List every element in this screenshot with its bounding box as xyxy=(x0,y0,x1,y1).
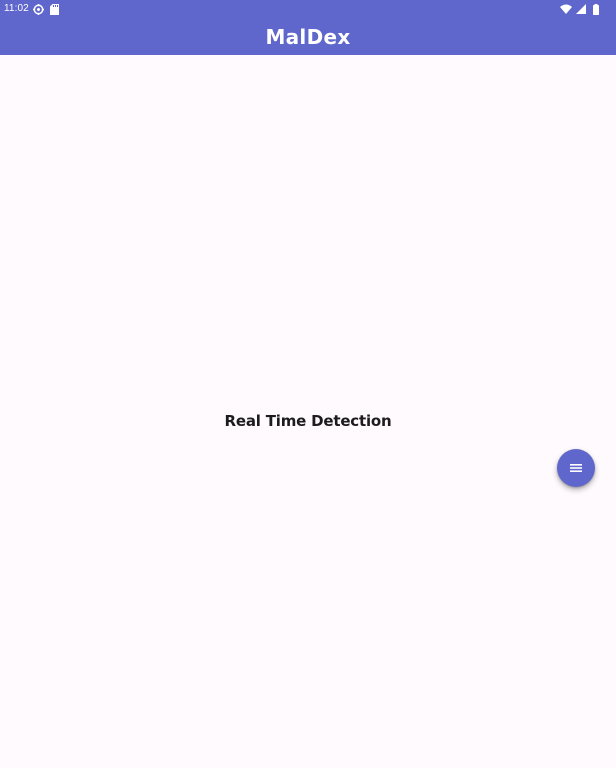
settings-gear-icon xyxy=(33,3,45,15)
app-title: MalDex xyxy=(265,24,351,49)
real-time-detection-label: Real Time Detection xyxy=(224,412,392,430)
wifi-icon xyxy=(560,3,572,15)
status-time: 11:02 xyxy=(4,3,29,14)
app-bar: MalDex xyxy=(0,18,616,55)
main-content: Real Time Detection xyxy=(0,55,616,768)
status-bar-right xyxy=(560,0,602,18)
screen: 11:02 MalDex Real Time Detection xyxy=(0,0,616,768)
cell-signal-icon xyxy=(575,3,587,15)
status-bar: 11:02 xyxy=(0,0,616,18)
sd-card-icon xyxy=(49,3,61,15)
status-bar-left: 11:02 xyxy=(4,0,61,18)
battery-icon xyxy=(590,3,602,15)
menu-icon xyxy=(569,459,583,478)
menu-fab-button[interactable] xyxy=(557,449,595,487)
